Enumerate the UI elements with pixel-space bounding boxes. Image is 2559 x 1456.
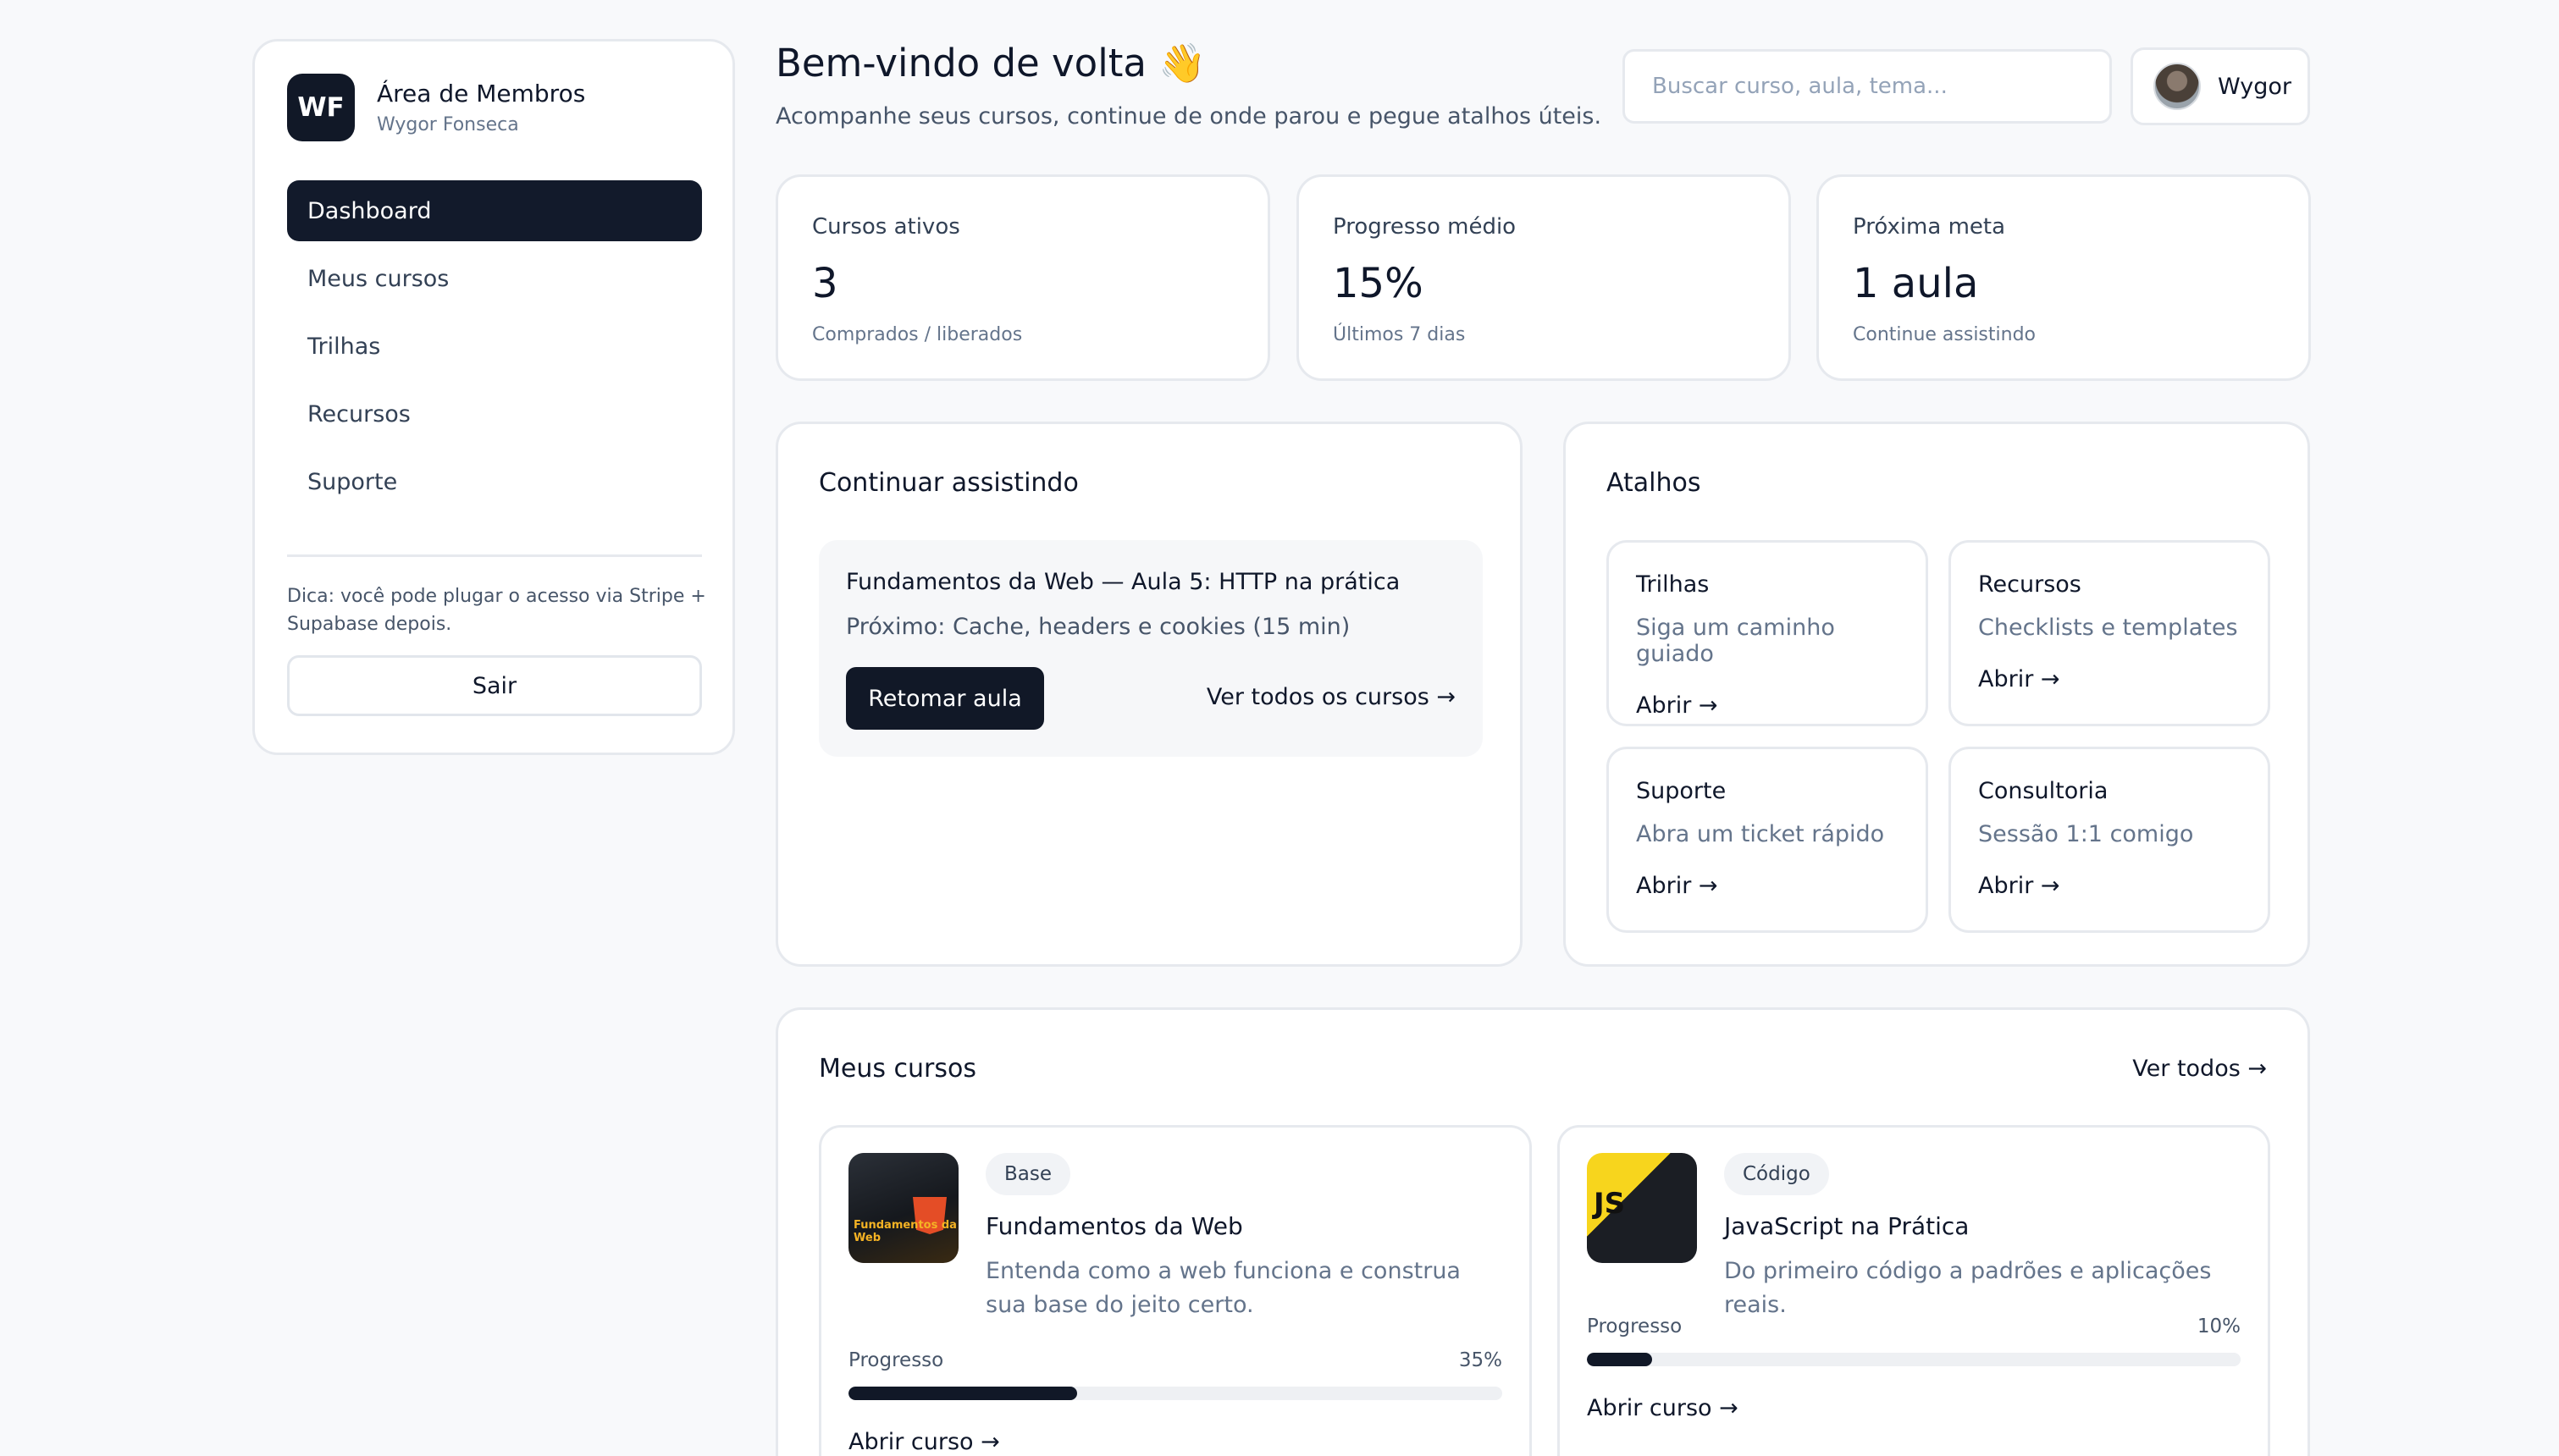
page-title: Bem-vindo de volta 👋 — [776, 41, 1207, 85]
stat-note: Continue assistindo — [1853, 324, 2037, 345]
see-all-courses-link[interactable]: Ver todos → — [2132, 1056, 2267, 1082]
shortcut-open-link[interactable]: Abrir → — [1978, 873, 2241, 899]
brand-title: Área de Membros — [377, 80, 586, 108]
progress-fill — [848, 1387, 1078, 1400]
stat-label: Progresso médio — [1333, 214, 1517, 240]
resume-lesson-button[interactable]: Retomar aula — [846, 667, 1044, 730]
courses-title: Meus cursos — [819, 1054, 976, 1084]
course-card-web[interactable]: Fundamentos da Web Base Fundamentos da W… — [819, 1125, 1532, 1456]
all-courses-link[interactable]: Ver todos os cursos → — [1207, 684, 1456, 710]
my-courses-card: Meus cursos Ver todos → Fundamentos da W… — [776, 1007, 2310, 1456]
thumbnail-text: Fundamentos da Web — [854, 1219, 957, 1244]
course-thumbnail: JS — [1587, 1153, 1697, 1263]
course-card-javascript[interactable]: JS Código JavaScript na Prática Do prime… — [1557, 1125, 2270, 1456]
sidebar-tip: Dica: você pode plugar o acesso via Stri… — [287, 586, 706, 635]
stat-card-average-progress: Progresso médio 15% Últimos 7 dias — [1296, 174, 1791, 381]
resume-box: Fundamentos da Web — Aula 5: HTTP na prá… — [819, 540, 1483, 757]
course-description: Entenda como a web funciona e construa s… — [986, 1258, 1461, 1318]
shortcuts-card: Atalhos Trilhas Siga um caminho guiado A… — [1563, 422, 2310, 967]
brand: WF Área de Membros Wygor Fonseca — [287, 74, 700, 141]
user-name: Wygor — [2218, 73, 2291, 100]
shortcut-open-link[interactable]: Abrir → — [1636, 692, 1899, 719]
progress-bar — [1587, 1353, 2241, 1366]
stat-card-next-goal: Próxima meta 1 aula Continue assistindo — [1816, 174, 2311, 381]
stat-value: 1 aula — [1853, 260, 1979, 307]
open-course-link[interactable]: Abrir curso → — [1587, 1395, 1738, 1421]
sidebar-item-dashboard[interactable]: Dashboard — [287, 180, 702, 241]
avatar — [2153, 63, 2201, 110]
sidebar-item-meus-cursos[interactable]: Meus cursos — [287, 248, 702, 309]
sidebar-item-trilhas[interactable]: Trilhas — [287, 316, 702, 377]
progress-fill — [1587, 1353, 1653, 1366]
progress-label: Progresso — [1587, 1315, 1683, 1337]
shortcut-open-link[interactable]: Abrir → — [1636, 873, 1899, 899]
logo: WF — [287, 74, 355, 141]
sidebar-divider — [287, 554, 702, 557]
shortcuts-title: Atalhos — [1606, 468, 1701, 498]
user-menu-button[interactable]: Wygor — [2131, 47, 2310, 125]
page-subtitle: Acompanhe seus cursos, continue de onde … — [776, 103, 1602, 130]
continue-title: Continuar assistindo — [819, 468, 1079, 498]
progress-bar — [848, 1387, 1502, 1400]
logout-button[interactable]: Sair — [287, 655, 702, 716]
shortcut-title: Recursos — [1978, 571, 2081, 598]
shortcut-desc: Checklists e templates — [1978, 615, 2238, 641]
sidebar-item-recursos[interactable]: Recursos — [287, 383, 702, 444]
shortcut-trilhas[interactable]: Trilhas Siga um caminho guiado Abrir → — [1606, 540, 1928, 726]
course-thumbnail: Fundamentos da Web — [848, 1153, 959, 1263]
stat-card-active-courses: Cursos ativos 3 Comprados / liberados — [776, 174, 1270, 381]
next-lesson: Próximo: Cache, headers e cookies (15 mi… — [846, 614, 1351, 640]
sidebar: WF Área de Membros Wygor Fonseca Dashboa… — [252, 39, 735, 755]
continue-watching-card: Continuar assistindo Fundamentos da Web … — [776, 422, 1523, 967]
shortcut-open-link[interactable]: Abrir → — [1978, 666, 2241, 692]
lesson-title: Fundamentos da Web — Aula 5: HTTP na prá… — [846, 569, 1401, 595]
shortcut-desc: Abra um ticket rápido — [1636, 821, 1885, 847]
sidebar-nav: Dashboard Meus cursos Trilhas Recursos S… — [287, 180, 702, 512]
shortcut-title: Consultoria — [1978, 778, 2109, 804]
progress-row: Progresso 35% — [848, 1349, 1502, 1371]
search-input[interactable] — [1622, 49, 2112, 124]
progress-label: Progresso — [848, 1349, 944, 1371]
js-logo-icon: JS — [1594, 1187, 1626, 1221]
shortcut-title: Trilhas — [1636, 571, 1710, 598]
stat-note: Últimos 7 dias — [1333, 324, 1466, 345]
shortcut-recursos[interactable]: Recursos Checklists e templates Abrir → — [1948, 540, 2270, 726]
shortcut-desc: Siga um caminho guiado — [1636, 615, 1835, 667]
stat-value: 15% — [1333, 260, 1423, 307]
course-title: JavaScript na Prática — [1724, 1212, 1970, 1240]
stat-label: Cursos ativos — [812, 214, 960, 240]
shortcut-suporte[interactable]: Suporte Abra um ticket rápido Abrir → — [1606, 747, 1928, 933]
stat-label: Próxima meta — [1853, 214, 2006, 240]
brand-user: Wygor Fonseca — [377, 114, 519, 135]
course-title: Fundamentos da Web — [986, 1212, 1243, 1240]
sidebar-item-suporte[interactable]: Suporte — [287, 451, 702, 512]
course-description: Do primeiro código a padrões e aplicaçõe… — [1724, 1258, 2212, 1318]
progress-percent: 10% — [2197, 1315, 2241, 1337]
progress-row: Progresso 10% — [1587, 1315, 2241, 1337]
shortcut-consultoria[interactable]: Consultoria Sessão 1:1 comigo Abrir → — [1948, 747, 2270, 933]
shortcut-title: Suporte — [1636, 778, 1727, 804]
stat-value: 3 — [812, 260, 838, 307]
brand-text: Área de Membros Wygor Fonseca — [377, 80, 585, 135]
shortcut-desc: Sessão 1:1 comigo — [1978, 821, 2194, 847]
courses-header: Meus cursos Ver todos → — [819, 1054, 2267, 1084]
open-course-link[interactable]: Abrir curso → — [848, 1429, 1000, 1455]
course-badge: Base — [986, 1153, 1071, 1195]
course-badge: Código — [1724, 1153, 1829, 1195]
stat-note: Comprados / liberados — [812, 324, 1023, 345]
progress-percent: 35% — [1458, 1349, 1502, 1371]
